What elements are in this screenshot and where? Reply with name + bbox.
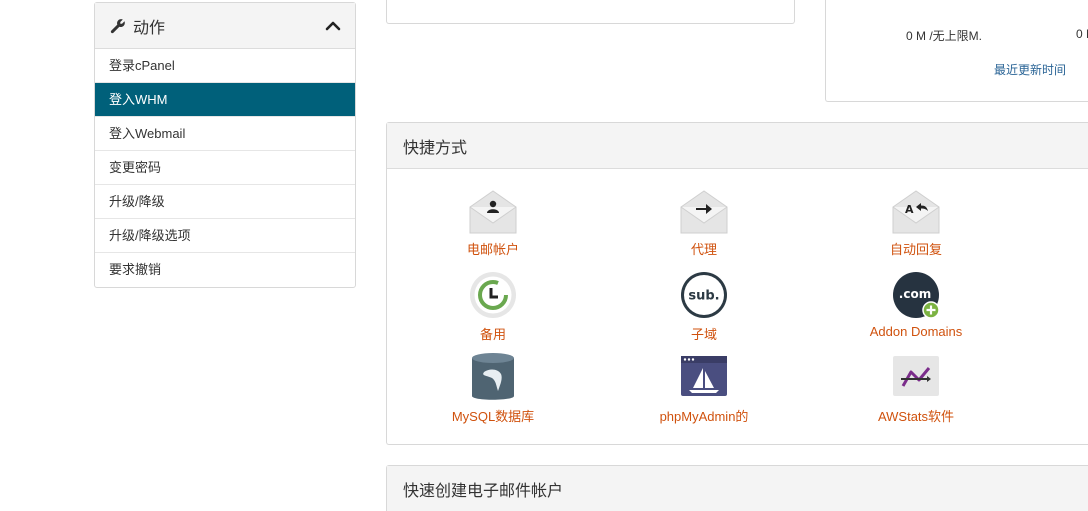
subdomain-icon: sub. [681, 272, 727, 318]
action-upgrade-downgrade-options[interactable]: 升级/降级选项 [95, 219, 355, 253]
shortcut-label: 电邮帐户 [466, 242, 519, 257]
shortcut-forwarders[interactable]: 代理 [614, 189, 794, 258]
bandwidth-usage-text: 0 M [1076, 27, 1088, 41]
last-update-link[interactable]: 最近更新时间 [994, 61, 1066, 78]
top-info-box [386, 0, 795, 24]
backup-icon [470, 272, 516, 318]
page: 动作 登录cPanel 登入WHM 登入Webmail 变更密码 升级/降级 升… [0, 0, 1088, 511]
chevron-up-icon[interactable] [325, 18, 341, 34]
shortcut-label: AWStats软件 [877, 409, 955, 424]
phpmyadmin-icon [681, 356, 727, 396]
action-login-cpanel[interactable]: 登录cPanel [95, 49, 355, 83]
shortcut-addon-domains[interactable]: .com Addon Domains [826, 270, 1006, 339]
mysql-database-icon [472, 353, 514, 400]
forwarder-icon [680, 190, 728, 234]
wrench-icon [110, 18, 125, 33]
shortcut-email-accounts[interactable]: 电邮帐户 [403, 189, 583, 258]
shortcut-subdomains[interactable]: sub. 子域 [614, 270, 794, 343]
addon-domains-icon: .com [893, 272, 940, 319]
actions-header[interactable]: 动作 [95, 3, 355, 49]
shortcuts-panel: 快捷方式 电邮帐户 代理 A 自动回复 备用 sub. 子域 .com Addo… [386, 122, 1088, 445]
shortcut-label: 备用 [479, 327, 506, 342]
shortcut-label: 自动回复 [889, 242, 942, 257]
shortcut-label: 子域 [690, 327, 717, 342]
action-upgrade-downgrade[interactable]: 升级/降级 [95, 185, 355, 219]
quick-create-title: 快速创建电子邮件帐户 [387, 466, 1088, 511]
email-account-icon [469, 190, 517, 234]
autoresponder-icon: A [892, 190, 940, 234]
shortcut-autoresponders[interactable]: A 自动回复 [826, 189, 1006, 258]
shortcut-awstats[interactable]: AWStats软件 [826, 352, 1006, 425]
action-change-password[interactable]: 变更密码 [95, 151, 355, 185]
svg-text:.com: .com [899, 287, 931, 301]
quick-create-email-panel: 快速创建电子邮件帐户 [386, 465, 1088, 511]
action-login-webmail[interactable]: 登入Webmail [95, 117, 355, 151]
actions-panel: 动作 登录cPanel 登入WHM 登入Webmail 变更密码 升级/降级 升… [94, 2, 356, 288]
shortcuts-title: 快捷方式 [387, 123, 1088, 169]
svg-text:sub.: sub. [688, 289, 719, 304]
shortcut-phpmyadmin[interactable]: phpMyAdmin的 [614, 352, 794, 425]
shortcut-mysql-databases[interactable]: MySQL数据库 [403, 352, 583, 425]
action-request-cancellation[interactable]: 要求撤销 [95, 253, 355, 287]
disk-usage-text: 0 M /无上限M. [906, 29, 983, 43]
action-login-whm[interactable]: 登入WHM [95, 83, 355, 117]
svg-text:A: A [905, 203, 914, 216]
usage-box: 0 M /无上限M. 0 M 最近更新时间 [825, 0, 1088, 102]
actions-title: 动作 [133, 19, 166, 37]
shortcut-backup[interactable]: 备用 [403, 270, 583, 343]
shortcut-label: phpMyAdmin的 [659, 409, 749, 424]
shortcut-label: MySQL数据库 [451, 409, 535, 424]
awstats-icon [893, 356, 939, 396]
shortcut-label: 代理 [690, 242, 717, 257]
shortcut-label: Addon Domains [869, 324, 963, 339]
